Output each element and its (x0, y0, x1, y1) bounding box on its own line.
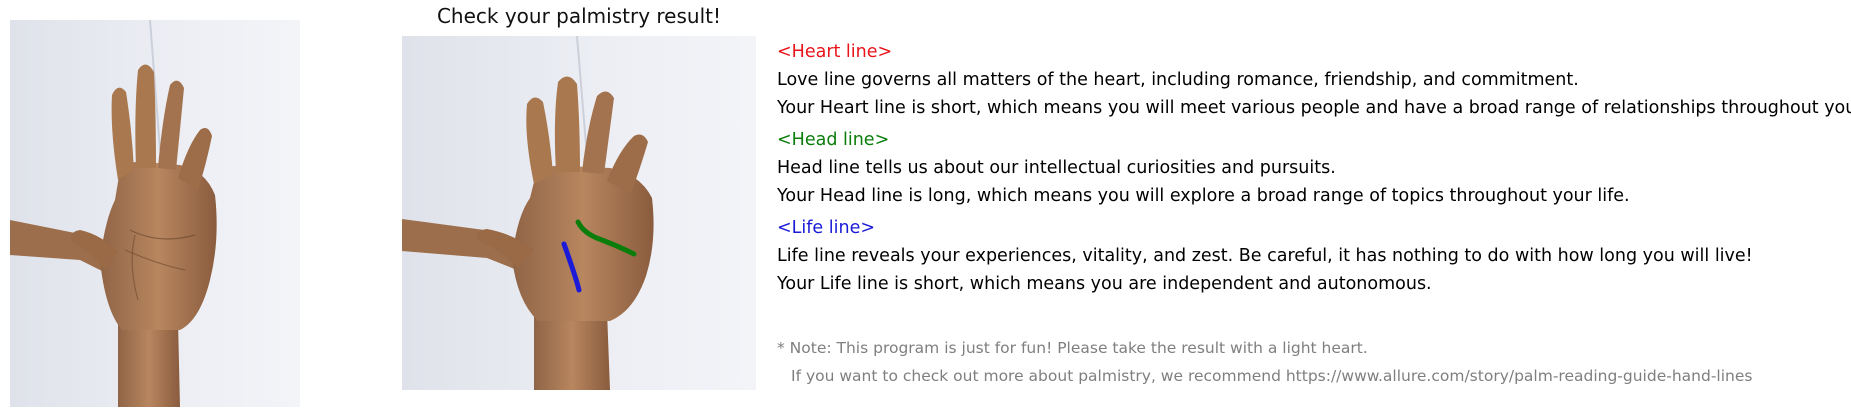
analyzed-hand-image (402, 36, 756, 390)
head-line-heading: <Head line> (777, 130, 890, 150)
original-hand-image (10, 20, 300, 407)
hand-photo-icon (10, 20, 300, 407)
hand-photo-annotated-icon (402, 36, 756, 390)
heart-line-heading: <Heart line> (777, 42, 893, 62)
head-line-description: Head line tells us about our intellectua… (777, 158, 1336, 178)
life-line-description: Life line reveals your experiences, vita… (777, 246, 1753, 266)
note-line-2: If you want to check out more about palm… (791, 367, 1753, 385)
life-line-result: Your Life line is short, which means you… (777, 274, 1432, 294)
heart-line-description: Love line governs all matters of the hea… (777, 70, 1579, 90)
heart-line-result: Your Heart line is short, which means yo… (777, 98, 1851, 118)
life-line-heading: <Life line> (777, 218, 876, 238)
palmistry-result-text: <Heart line> Love line governs all matte… (777, 38, 1851, 298)
note-line-1: * Note: This program is just for fun! Pl… (777, 339, 1368, 357)
head-line-result: Your Head line is long, which means you … (777, 186, 1630, 206)
disclaimer-note: * Note: This program is just for fun! Pl… (777, 334, 1752, 390)
page-title: Check your palmistry result! (436, 4, 722, 28)
